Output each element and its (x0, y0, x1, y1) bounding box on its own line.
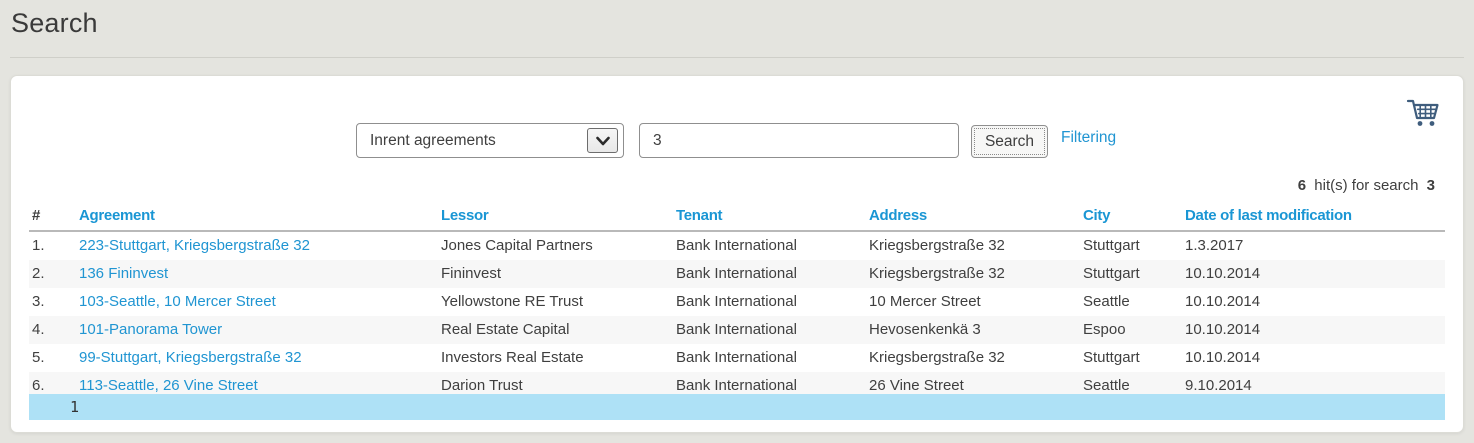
row-number: 2. (29, 260, 79, 288)
column-header-address[interactable]: Address (869, 203, 1083, 231)
lessor-cell: Real Estate Capital (441, 316, 676, 344)
lessor-cell: Fininvest (441, 260, 676, 288)
title-divider (10, 57, 1464, 58)
tenant-cell: Bank International (676, 231, 869, 260)
agreement-link[interactable]: 223-Stuttgart, Kriegsbergstraße 32 (79, 237, 310, 254)
results-search-term: 3 (1427, 177, 1435, 194)
date-cell: 10.10.2014 (1185, 260, 1445, 288)
results-table: # Agreement Lessor Tenant Address City D… (29, 203, 1445, 400)
tenant-cell: Bank International (676, 316, 869, 344)
agreement-link[interactable]: 103-Seattle, 10 Mercer Street (79, 293, 276, 310)
search-category-selected-value: Inrent agreements (357, 132, 587, 150)
row-number: 4. (29, 316, 79, 344)
results-count: 6 (1298, 177, 1306, 194)
column-header-city[interactable]: City (1083, 203, 1185, 231)
address-cell: Kriegsbergstraße 32 (869, 260, 1083, 288)
search-input[interactable] (639, 123, 959, 158)
column-header-lessor[interactable]: Lessor (441, 203, 676, 231)
tenant-cell: Bank International (676, 260, 869, 288)
city-cell: Stuttgart (1083, 231, 1185, 260)
date-cell: 10.10.2014 (1185, 344, 1445, 372)
row-number: 3. (29, 288, 79, 316)
lessor-cell: Investors Real Estate (441, 344, 676, 372)
agreement-link[interactable]: 113-Seattle, 26 Vine Street (79, 377, 258, 394)
table-row: 3. 103-Seattle, 10 Mercer Street Yellows… (29, 288, 1445, 316)
chevron-down-icon[interactable] (587, 128, 618, 153)
table-row: 2. 136 Fininvest Fininvest Bank Internat… (29, 260, 1445, 288)
column-header-agreement[interactable]: Agreement (79, 203, 441, 231)
tenant-cell: Bank International (676, 344, 869, 372)
lessor-cell: Jones Capital Partners (441, 231, 676, 260)
city-cell: Espoo (1083, 316, 1185, 344)
row-number: 5. (29, 344, 79, 372)
shopping-cart-icon[interactable] (1404, 94, 1442, 132)
tenant-cell: Bank International (676, 288, 869, 316)
address-cell: 10 Mercer Street (869, 288, 1083, 316)
address-cell: Hevosenkenkä 3 (869, 316, 1083, 344)
row-number: 1. (29, 231, 79, 260)
column-header-number: # (29, 203, 79, 231)
table-row: 4. 101-Panorama Tower Real Estate Capita… (29, 316, 1445, 344)
search-results-panel: Inrent agreements Search Filtering 6 hit… (10, 75, 1464, 433)
pagination-page-1[interactable]: 1 (70, 398, 79, 416)
filtering-link[interactable]: Filtering (1061, 129, 1116, 147)
column-header-date-of-last-modification[interactable]: Date of last modification (1185, 203, 1445, 231)
city-cell: Stuttgart (1083, 260, 1185, 288)
results-summary: 6 hit(s) for search 3 (1298, 177, 1435, 194)
agreement-link[interactable]: 99-Stuttgart, Kriegsbergstraße 32 (79, 349, 302, 366)
address-cell: Kriegsbergstraße 32 (869, 231, 1083, 260)
city-cell: Seattle (1083, 288, 1185, 316)
lessor-cell: Yellowstone RE Trust (441, 288, 676, 316)
agreement-link[interactable]: 136 Fininvest (79, 265, 168, 282)
table-row: 5. 99-Stuttgart, Kriegsbergstraße 32 Inv… (29, 344, 1445, 372)
date-cell: 10.10.2014 (1185, 288, 1445, 316)
table-header-row: # Agreement Lessor Tenant Address City D… (29, 203, 1445, 231)
results-summary-text: hit(s) for search (1314, 177, 1418, 194)
pagination-bar: 1 (29, 394, 1445, 420)
search-button[interactable]: Search (971, 125, 1048, 158)
table-row: 1. 223-Stuttgart, Kriegsbergstraße 32 Jo… (29, 231, 1445, 260)
date-cell: 10.10.2014 (1185, 316, 1445, 344)
date-cell: 1.3.2017 (1185, 231, 1445, 260)
address-cell: Kriegsbergstraße 32 (869, 344, 1083, 372)
city-cell: Stuttgart (1083, 344, 1185, 372)
search-category-select[interactable]: Inrent agreements (356, 123, 624, 158)
page-title: Search (11, 8, 98, 39)
agreement-link[interactable]: 101-Panorama Tower (79, 321, 222, 338)
column-header-tenant[interactable]: Tenant (676, 203, 869, 231)
